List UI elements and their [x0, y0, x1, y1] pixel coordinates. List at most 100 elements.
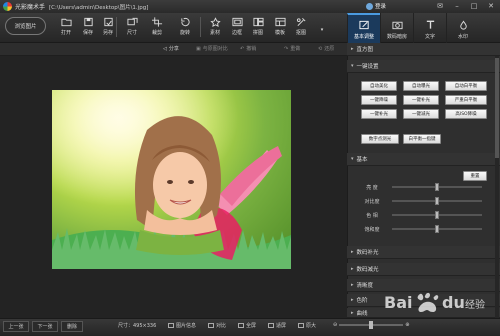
- share-icon: ◁: [163, 45, 167, 52]
- fullscreen-icon: [238, 323, 244, 328]
- more-tools-button[interactable]: ▾: [314, 15, 330, 40]
- edited-photo[interactable]: [52, 90, 291, 269]
- saturation-track[interactable]: [392, 225, 482, 233]
- high-iso-denoise-button[interactable]: 高ISO降噪: [445, 109, 487, 119]
- auto-exposure-button[interactable]: 自动曝光: [403, 81, 439, 91]
- file-path: [C:\Users\admin\Desktop\图片\1.jpg]: [49, 4, 149, 11]
- zoom-thumb[interactable]: [369, 321, 374, 329]
- chevron-right-icon: ▸: [351, 249, 354, 255]
- image-size-info: 尺寸：495×336: [118, 323, 157, 329]
- zoom-slider[interactable]: ⊖ ⊕: [333, 321, 423, 329]
- fit-screen-label: 适屏: [276, 323, 287, 329]
- skin-icon[interactable]: ✉: [433, 1, 447, 11]
- tab-digital-darkroom-label: 数码暗房: [386, 34, 407, 40]
- one-click-fill-light-button[interactable]: 一键补光: [403, 95, 439, 105]
- fit-screen-button[interactable]: 适屏: [268, 322, 286, 329]
- auto-white-balance-button[interactable]: 自动白平衡: [445, 81, 487, 91]
- reset-button[interactable]: 重置: [463, 171, 487, 181]
- hue-slider[interactable]: 色 相: [352, 211, 492, 219]
- hue-thumb[interactable]: [435, 211, 439, 219]
- folder-open-icon: [60, 18, 72, 27]
- panel-tabs: 基本调整 数码暗房 文字 水印: [347, 13, 479, 43]
- undo-button[interactable]: ↶ 撤销: [240, 45, 257, 53]
- app-name: 光影魔术手: [15, 4, 46, 11]
- brightness-thumb[interactable]: [435, 183, 439, 191]
- close-icon[interactable]: ✕: [484, 1, 498, 11]
- cutout-button[interactable]: 抠图: [289, 15, 313, 40]
- section-histogram[interactable]: ▸ 直方图: [347, 43, 500, 56]
- collage-button[interactable]: 拼图: [246, 15, 270, 40]
- chevron-down-icon: ▾: [351, 63, 354, 69]
- darkroom-icon: [391, 21, 403, 30]
- material-button[interactable]: 素材: [203, 15, 227, 40]
- panel-scrollbar[interactable]: [495, 56, 499, 318]
- digital-spot-metering-button[interactable]: 数字点测光: [361, 134, 399, 144]
- one-click-fill-light-2-button[interactable]: 一键补光: [361, 109, 397, 119]
- zoom-track[interactable]: [339, 321, 404, 329]
- section-fill-light[interactable]: ▸ 数码补光: [347, 246, 500, 259]
- section-reduce-light[interactable]: ▸ 数码减光: [347, 263, 500, 276]
- severe-white-balance-button[interactable]: 严重白平衡: [445, 95, 487, 105]
- login-button[interactable]: 登录: [366, 2, 386, 10]
- cutout-label: 抠图: [295, 30, 306, 36]
- original-size-button[interactable]: 原大: [298, 322, 316, 329]
- histogram-label: 直方图: [356, 47, 374, 53]
- reduce-light-label: 数码减光: [356, 267, 379, 273]
- white-balance-one-click-button[interactable]: 白平衡一指键: [403, 134, 441, 144]
- tab-watermark[interactable]: 水印: [446, 13, 479, 43]
- login-label: 登录: [375, 4, 387, 10]
- prev-image-button[interactable]: 上一张: [3, 321, 29, 332]
- restore-button[interactable]: ⟲ 还原: [318, 45, 334, 53]
- compare-button[interactable]: 对比: [208, 322, 226, 329]
- photo-info-button[interactable]: 图片信息: [168, 322, 196, 329]
- open-button[interactable]: 打开: [54, 15, 78, 40]
- section-sharpness[interactable]: ▸ 清晰度: [347, 279, 500, 292]
- section-one-click[interactable]: ▾ 一键设置: [347, 60, 500, 73]
- contrast-track[interactable]: [392, 197, 482, 205]
- saturation-label: 饱和度: [364, 226, 380, 233]
- original-size-label: 原大: [306, 323, 317, 329]
- redo-button[interactable]: ↷ 重做: [284, 45, 300, 53]
- zoom-in-icon[interactable]: ⊕: [405, 322, 409, 328]
- saturation-thumb[interactable]: [435, 225, 439, 233]
- chevron-right-icon: ▸: [351, 266, 354, 272]
- zoom-out-icon[interactable]: ⊖: [333, 322, 337, 328]
- brightness-label: 亮 度: [366, 184, 378, 191]
- one-click-reduce-light-button[interactable]: 一键减光: [403, 109, 439, 119]
- crop-button[interactable]: 裁剪: [145, 15, 169, 40]
- minimize-icon[interactable]: –: [450, 1, 464, 11]
- undo-label: 撤销: [246, 46, 257, 52]
- resize-button[interactable]: 尺寸: [120, 15, 144, 40]
- section-curves[interactable]: ▸ 曲线: [347, 308, 500, 318]
- browse-images-button[interactable]: 浏览图片: [5, 17, 46, 35]
- delete-button[interactable]: 删除: [61, 321, 83, 332]
- share-button[interactable]: ◁ 分享: [163, 45, 179, 53]
- contrast-slider[interactable]: 对比度: [352, 197, 492, 205]
- tab-basic-adjust-label: 基本调整: [353, 34, 374, 40]
- basic-label: 基本: [356, 157, 368, 163]
- tab-digital-darkroom[interactable]: 数码暗房: [380, 13, 413, 43]
- one-click-denoise-button[interactable]: 一键降噪: [361, 95, 397, 105]
- compare-original-button[interactable]: ▣ 与原图对比: [196, 45, 228, 53]
- contrast-thumb[interactable]: [435, 197, 439, 205]
- restore-icon: ⟲: [318, 45, 323, 52]
- scrollbar-thumb[interactable]: [495, 58, 499, 158]
- brightness-track[interactable]: [392, 183, 482, 191]
- section-basic[interactable]: ▾ 基本: [347, 153, 500, 166]
- hue-track[interactable]: [392, 211, 482, 219]
- fullscreen-button[interactable]: 全屏: [238, 322, 256, 329]
- toolbar-divider: [200, 17, 201, 37]
- section-levels[interactable]: ▸ 色阶: [347, 294, 500, 307]
- chevron-right-icon: ▸: [351, 46, 354, 52]
- saturation-slider[interactable]: 饱和度: [352, 225, 492, 233]
- fullscreen-label: 全屏: [246, 323, 257, 329]
- brightness-slider[interactable]: 亮 度: [352, 183, 492, 191]
- auto-beautify-button[interactable]: 自动美化: [361, 81, 397, 91]
- hue-label: 色 相: [366, 212, 378, 219]
- rotate-button[interactable]: 旋转: [173, 15, 197, 40]
- maximize-icon[interactable]: □: [467, 1, 481, 11]
- tab-basic-adjust[interactable]: 基本调整: [347, 13, 380, 43]
- compare-original-label: 与原图对比: [202, 46, 228, 52]
- tab-text[interactable]: 文字: [413, 13, 446, 43]
- next-image-button[interactable]: 下一张: [32, 321, 58, 332]
